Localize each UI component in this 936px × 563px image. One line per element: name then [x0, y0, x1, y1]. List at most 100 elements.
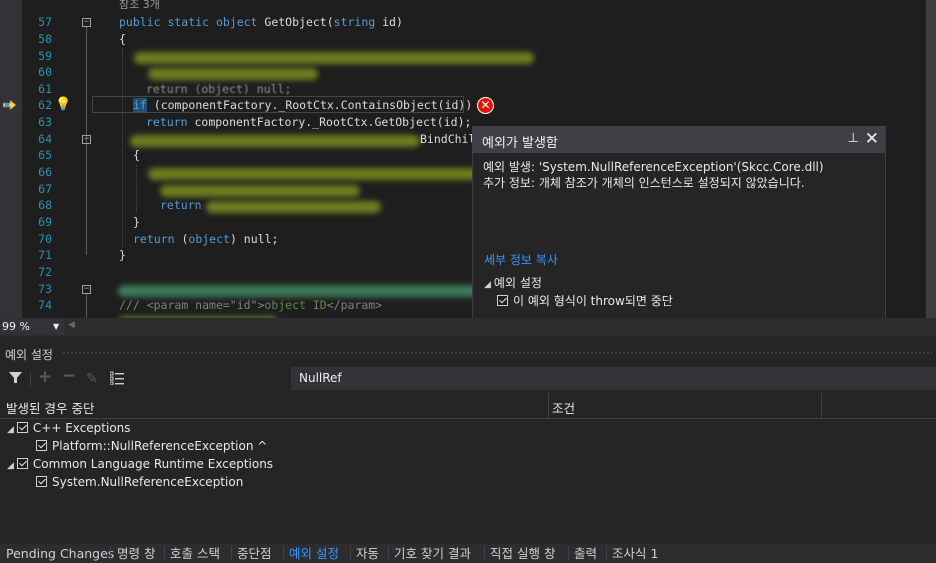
line-number: 60 — [38, 65, 52, 79]
code-line-57[interactable]: public static object GetObject(string id… — [119, 14, 403, 31]
collapse-triangle-icon[interactable]: ◢ — [484, 280, 491, 290]
line-number: 66 — [38, 165, 52, 179]
code-line-69[interactable]: } — [133, 214, 140, 231]
collapse-toggle[interactable]: − — [82, 135, 91, 144]
column-header-conditions[interactable]: 조건 — [552, 398, 575, 417]
checkbox-checked[interactable] — [36, 476, 47, 487]
code-editor[interactable]: 참조 3개 57 58 59 60 61 62 63 64 65 66 67 6… — [0, 0, 936, 318]
exception-message: 예외 발생: 'System.NullReferenceException'(S… — [473, 153, 885, 197]
tree-row-platform-nullref[interactable]: Platform::NullReferenceException ^ — [36, 439, 267, 453]
search-input[interactable]: NullRef — [291, 367, 936, 390]
editor-status-strip: 99 % ▼ ◀ — [0, 318, 936, 336]
column-headers: 발생된 경우 중단 조건 — [0, 393, 936, 419]
checkbox-checked[interactable] — [36, 440, 47, 451]
error-icon[interactable]: ✕ — [477, 97, 494, 114]
pin-icon[interactable]: ⊥ — [848, 131, 859, 146]
line-number: 63 — [38, 115, 52, 129]
code-line-71[interactable]: } — [119, 247, 126, 264]
indent-guide — [136, 165, 137, 213]
chevron-down-icon[interactable]: ▼ — [53, 319, 59, 335]
indent-guide — [122, 48, 123, 248]
tab-autos[interactable]: 자동 — [356, 545, 379, 562]
tab-separator — [110, 546, 111, 560]
tab-output[interactable]: 출력 — [574, 545, 597, 562]
exception-info-text: 추가 정보: 개체 참조가 개체의 인스턴스로 설정되지 않았습니다. — [483, 176, 805, 190]
copy-details-link[interactable]: 세부 정보 복사 — [484, 251, 558, 268]
tab-separator — [164, 546, 165, 560]
line-number: 59 — [38, 49, 52, 63]
code-line-65[interactable]: { — [133, 147, 140, 164]
line-number: 67 — [38, 182, 52, 196]
tab-exception-settings[interactable]: 예외 설정 — [289, 545, 339, 562]
tab-find-symbol-results[interactable]: 기호 찾기 결과 — [394, 545, 471, 562]
tab-watch-1[interactable]: 조사식 1 — [612, 545, 658, 562]
exception-helper-popup[interactable]: 예외가 발생함 ⊥ ✕ 예외 발생: 'System.NullReference… — [472, 126, 886, 318]
close-icon[interactable]: ✕ — [865, 129, 879, 149]
line-number: 65 — [38, 148, 52, 162]
expand-triangle-icon[interactable]: ◢ — [7, 461, 14, 471]
tab-command-window[interactable]: 명령 창 — [117, 545, 155, 562]
exception-type-text: 예외 발생: 'System.NullReferenceException'(S… — [483, 160, 824, 174]
column-divider[interactable] — [548, 393, 549, 419]
restore-defaults-icon[interactable] — [110, 371, 125, 385]
collapse-toggle[interactable]: − — [82, 18, 91, 27]
codelens-text[interactable]: 참조 3개 — [119, 0, 160, 11]
line-number: 74 — [38, 298, 52, 312]
remove-icon[interactable]: − — [62, 368, 76, 385]
filter-icon[interactable] — [9, 371, 22, 384]
add-icon[interactable]: + — [38, 369, 52, 386]
tab-call-stack[interactable]: 호출 스택 — [170, 545, 220, 562]
tab-separator — [568, 546, 569, 560]
code-line-74[interactable]: /// <param name="id">object ID</param> — [119, 297, 382, 314]
checkbox-checked[interactable] — [16, 422, 28, 433]
line-number: 69 — [38, 215, 52, 229]
tree-row-system-nullref[interactable]: System.NullReferenceException — [36, 475, 243, 489]
line-number: 70 — [38, 232, 52, 246]
codelens-references[interactable]: 참조 3개 — [119, 0, 160, 14]
column-header-break-when-thrown[interactable]: 발생된 경우 중단 — [6, 398, 94, 417]
blurred-code — [148, 68, 318, 80]
line-number: 72 — [38, 265, 52, 279]
edit-condition-icon[interactable]: ✎ — [86, 371, 98, 387]
code-line-68[interactable]: return — [160, 197, 202, 214]
expand-triangle-icon[interactable]: ◢ — [7, 425, 14, 435]
blurred-code — [118, 285, 478, 297]
blurred-code — [130, 135, 420, 147]
tab-separator — [484, 546, 485, 560]
blurred-code — [206, 201, 381, 213]
code-line-70[interactable]: return (object) null; — [133, 231, 278, 248]
vertical-scrollbar[interactable] — [926, 0, 936, 318]
line-number: 71 — [38, 248, 52, 262]
titlebar-grip[interactable] — [62, 351, 932, 356]
lightbulb-icon[interactable]: 💡 — [55, 97, 71, 112]
line-number: 58 — [38, 32, 52, 46]
blurred-code — [160, 185, 360, 197]
toolbar-separator — [30, 372, 31, 387]
checkbox-checked[interactable] — [497, 295, 508, 306]
exception-popup-title: 예외가 발생함 — [482, 136, 558, 151]
code-line-58[interactable]: { — [119, 31, 126, 48]
tree-row-cpp-exceptions[interactable]: ◢ C++ Exceptions — [7, 421, 131, 435]
code-line-62[interactable]: if (componentFactory._RootCtx.ContainsOb… — [133, 97, 472, 114]
tab-pending-changes[interactable]: Pending Changes — [6, 545, 114, 562]
zoom-dropdown[interactable]: 99 % ▼ — [0, 319, 64, 335]
line-number: 62 — [38, 98, 52, 112]
break-when-thrown-checkbox[interactable]: 이 예외 형식이 throw되면 중단 — [497, 292, 673, 309]
column-divider[interactable] — [821, 393, 822, 419]
debug-arrow-icon[interactable] — [3, 100, 17, 110]
tab-separator — [231, 546, 232, 560]
checkbox-checked[interactable] — [16, 458, 28, 469]
line-number: 61 — [38, 82, 52, 96]
exception-settings-window[interactable]: 예외 설정 + − ✎ NullRef 발생된 경우 중단 조건 ◢ C++ Ex… — [0, 336, 936, 544]
line-number: 57 — [38, 15, 52, 29]
tab-separator — [388, 546, 389, 560]
tab-immediate-window[interactable]: 직접 실행 창 — [490, 545, 555, 562]
collapse-toggle[interactable]: − — [82, 285, 91, 294]
code-line-63[interactable]: return componentFactory._RootCtx.GetObje… — [146, 114, 471, 131]
tool-window-title: 예외 설정 — [5, 348, 53, 362]
scroll-left-icon[interactable]: ◀ — [68, 320, 75, 330]
tool-window-titlebar[interactable]: 예외 설정 — [0, 345, 936, 362]
tab-breakpoints[interactable]: 중단점 — [237, 545, 272, 562]
tree-row-clr-exceptions[interactable]: ◢ Common Language Runtime Exceptions — [7, 457, 273, 471]
exception-settings-section[interactable]: ◢ 예외 설정 — [484, 274, 542, 291]
